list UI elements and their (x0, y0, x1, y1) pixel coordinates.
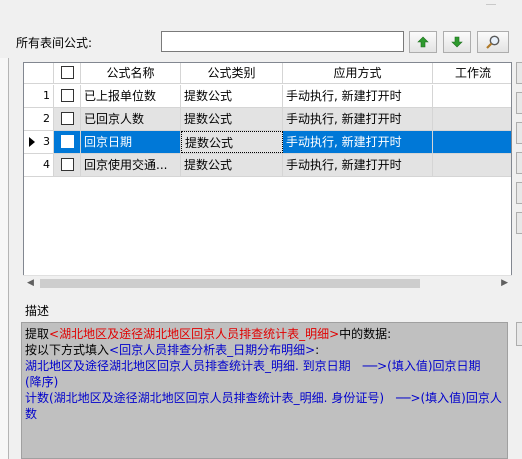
side-button[interactable] (516, 212, 522, 234)
formula-method-cell[interactable]: 手动执行, 新建打开时 (283, 85, 433, 107)
formula-category-cell[interactable]: 提数公式 (181, 85, 283, 107)
move-down-button[interactable] (443, 31, 471, 53)
row-checkbox-cell[interactable] (54, 131, 81, 153)
row-checkbox[interactable] (61, 135, 74, 148)
description-label: 描述 (25, 304, 50, 318)
side-button[interactable] (516, 152, 522, 174)
formula-search-input[interactable] (161, 31, 404, 52)
formula-workflow-cell[interactable] (433, 154, 511, 176)
formula-name-cell[interactable]: 已上报单位数 (81, 85, 181, 107)
field-mapping-2: 计数(湖北地区及途径湖北地区回京人员排查统计表_明细. 身份证号) ──>(填入… (25, 391, 502, 421)
arrow-up-icon (417, 36, 429, 48)
side-button[interactable] (516, 62, 522, 84)
formula-table: 公式名称 公式类别 应用方式 工作流 1 已上报单位数 提数公式 手动执行, 新… (23, 62, 512, 290)
formula-workflow-cell[interactable] (433, 131, 511, 153)
search-button[interactable] (477, 31, 509, 53)
table-horizontal-scrollbar[interactable]: ◀ ▶ (23, 275, 512, 290)
source-table-name: <湖北地区及途径湖北地区回京人员排查统计表_明细> (49, 327, 340, 341)
column-header-category[interactable]: 公式类别 (181, 63, 283, 84)
arrow-down-icon (451, 36, 463, 48)
select-all-header[interactable] (54, 63, 81, 84)
row-checkbox[interactable] (61, 112, 74, 125)
formula-category-cell[interactable]: 提数公式 (181, 154, 283, 176)
column-header-name[interactable]: 公式名称 (81, 63, 181, 84)
formula-method-cell[interactable]: 手动执行, 新建打开时 (283, 154, 433, 176)
row-checkbox-cell[interactable] (54, 108, 81, 130)
row-number-header (24, 63, 54, 84)
all-formulas-label: 所有表间公式: (16, 36, 93, 50)
formula-category-cell[interactable]: 提数公式 (181, 108, 283, 130)
table-row[interactable]: 2 已回京人数 提数公式 手动执行, 新建打开时 (24, 108, 511, 131)
row-checkbox[interactable] (61, 158, 74, 171)
table-row[interactable]: 1 已上报单位数 提数公式 手动执行, 新建打开时 (24, 85, 511, 108)
description-line-2: 按以下方式填入<回京人员排查分析表_日期分布明细>: (25, 343, 320, 357)
column-header-method[interactable]: 应用方式 (283, 63, 433, 84)
row-checkbox-cell[interactable] (54, 154, 81, 176)
row-number: 4 (24, 154, 54, 176)
magnifier-icon (486, 35, 500, 49)
formula-name-cell[interactable]: 已回京人数 (81, 108, 181, 130)
scrollbar-thumb[interactable] (40, 279, 420, 288)
description-box[interactable]: 提取<湖北地区及途径湖北地区回京人员排查统计表_明细>中的数据: 按以下方式填入… (21, 322, 508, 459)
formula-name-cell[interactable]: 回京日期 (81, 131, 181, 153)
minimize-icon[interactable] (486, 4, 496, 5)
formula-category-cell-focused[interactable]: 提数公式 (181, 131, 283, 153)
scroll-right-icon[interactable]: ▶ (501, 278, 508, 288)
table-header: 公式名称 公式类别 应用方式 工作流 (24, 63, 511, 84)
side-button[interactable] (516, 122, 522, 144)
row-number: 2 (24, 108, 54, 130)
move-up-button[interactable] (409, 31, 437, 53)
formula-window: 所有表间公式: 公式名称 公式类别 应用方式 工作流 1 已上报单位数 提数公式… (0, 0, 522, 459)
current-row-indicator-icon (29, 137, 35, 147)
table-row-selected[interactable]: 3 回京日期 提数公式 手动执行, 新建打开时 (24, 131, 511, 154)
formula-name-cell[interactable]: 回京使用交通... (81, 154, 181, 176)
description-line-1: 提取<湖北地区及途径湖北地区回京人员排查统计表_明细>中的数据: (25, 327, 392, 341)
formula-method-cell[interactable]: 手动执行, 新建打开时 (283, 131, 433, 153)
row-checkbox-cell[interactable] (54, 85, 81, 107)
title-strip (0, 0, 522, 22)
scroll-left-icon[interactable]: ◀ (27, 278, 34, 288)
side-button[interactable] (516, 322, 522, 346)
formula-workflow-cell[interactable] (433, 108, 511, 130)
table-row[interactable]: 4 回京使用交通... 提数公式 手动执行, 新建打开时 (24, 154, 511, 177)
side-button[interactable] (516, 182, 522, 204)
formula-workflow-cell[interactable] (433, 85, 511, 107)
select-all-checkbox[interactable] (61, 66, 74, 79)
target-table-name: <回京人员排查分析表_日期分布明细> (109, 343, 316, 357)
left-panel-edge (0, 58, 9, 459)
formula-method-cell[interactable]: 手动执行, 新建打开时 (283, 108, 433, 130)
row-number: 3 (24, 131, 54, 153)
row-checkbox[interactable] (61, 89, 74, 102)
side-button[interactable] (516, 92, 522, 114)
row-number: 1 (24, 85, 54, 107)
field-mapping-1: 湖北地区及途径湖北地区回京人员排查统计表_明细. 到京日期 ──>(填入值)回京… (25, 359, 493, 389)
column-header-workflow[interactable]: 工作流 (433, 63, 511, 84)
